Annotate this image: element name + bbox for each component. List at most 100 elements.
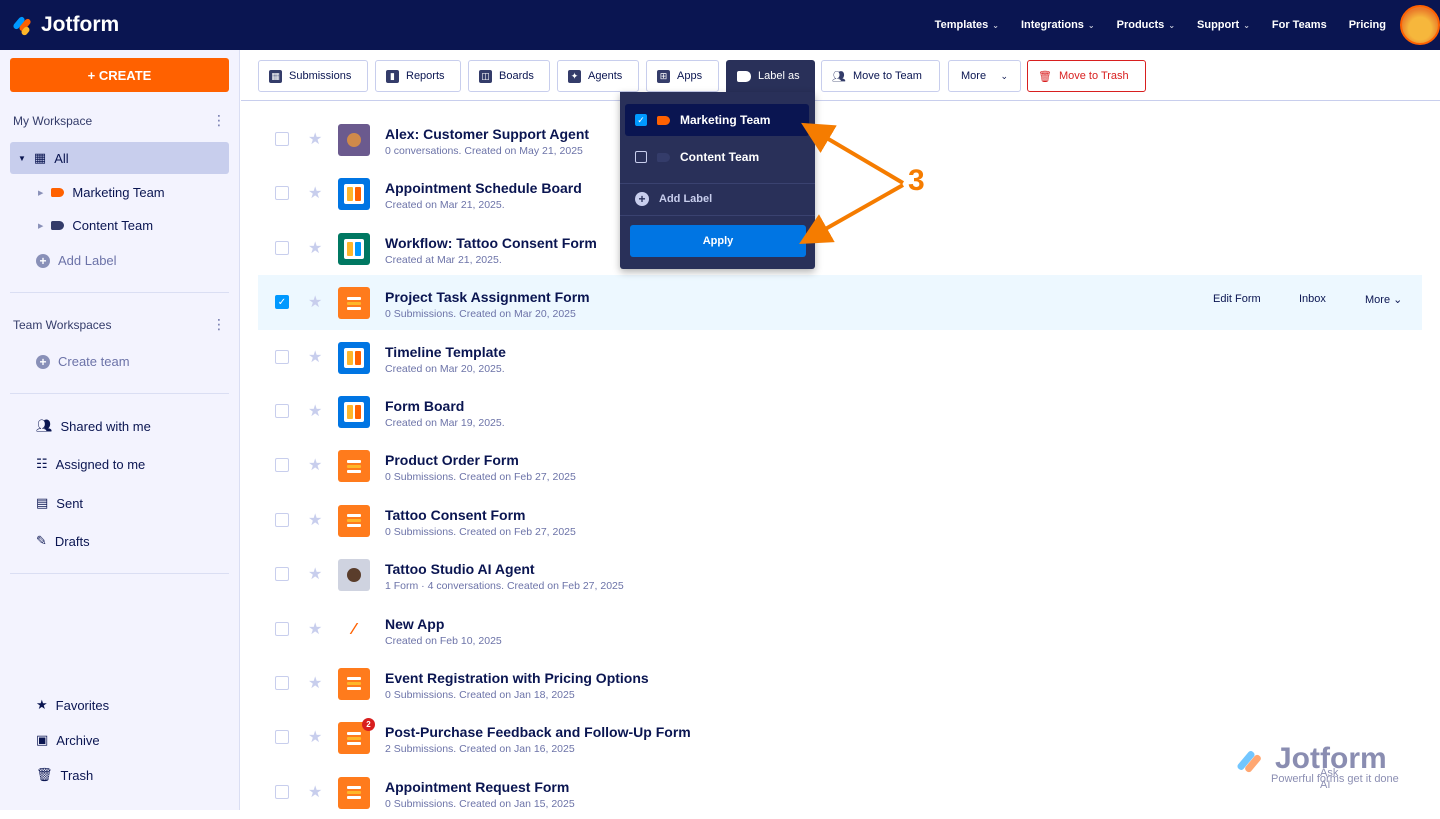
sidebar-shared-with-me[interactable]: 👥︎ Shared with me	[36, 418, 151, 434]
row-checkbox[interactable]	[275, 186, 289, 201]
row-checkbox[interactable]	[275, 621, 289, 636]
item-title[interactable]: Tattoo Studio AI Agent	[385, 561, 535, 577]
item-title[interactable]: Tattoo Consent Form	[385, 507, 526, 523]
sidebar-drafts[interactable]: ✎ Drafts	[36, 533, 90, 549]
apps-button[interactable]: ⊞ Apps	[646, 60, 719, 92]
nav-products[interactable]: Products ⌄	[1117, 19, 1175, 31]
label: All	[54, 150, 69, 166]
list-item[interactable]: ✓ ★ Project Task Assignment Form 0 Submissi…	[258, 275, 1422, 330]
star-icon[interactable]: ★	[308, 510, 322, 530]
label-option-marketing-team[interactable]: ✓ Marketing Team	[625, 104, 809, 136]
row-checkbox[interactable]	[275, 567, 289, 582]
list-item[interactable]: ★ Event Registration with Pricing Options…	[258, 656, 1422, 710]
agent-avatar	[338, 124, 370, 156]
row-checkbox[interactable]	[275, 458, 289, 473]
sidebar-item-marketing-team[interactable]: ▶ Marketing Team	[38, 185, 165, 200]
row-checkbox[interactable]	[275, 240, 289, 255]
star-icon[interactable]: ★	[308, 347, 322, 367]
item-title[interactable]: Timeline Template	[385, 344, 506, 360]
row-checkbox[interactable]	[275, 784, 289, 799]
star-icon[interactable]: ★	[308, 183, 322, 203]
nav-templates[interactable]: Templates ⌄	[935, 19, 999, 31]
row-checkbox[interactable]	[275, 132, 289, 146]
item-title[interactable]: Project Task Assignment Form	[385, 289, 590, 305]
star-icon: ★	[36, 697, 48, 712]
create-team-button[interactable]: + Create team	[36, 354, 130, 369]
row-checkbox[interactable]	[275, 512, 289, 527]
list-item[interactable]: ★ Product Order Form 0 Submissions. Create…	[258, 438, 1422, 492]
sidebar-favorites[interactable]: ★ Favorites	[36, 697, 109, 713]
item-title[interactable]: Event Registration with Pricing Options	[385, 670, 649, 686]
edit-form-button[interactable]: Edit Form	[1213, 293, 1261, 305]
row-checkbox[interactable]	[275, 349, 289, 364]
plus-icon: +	[635, 192, 649, 206]
tag-icon	[51, 221, 65, 230]
move-to-trash-button[interactable]: 🗑︎ Move to Trash	[1027, 60, 1146, 92]
label: Submissions	[289, 70, 352, 82]
nav-support[interactable]: Support ⌄	[1197, 19, 1250, 31]
nav-integrations[interactable]: Integrations ⌄	[1021, 19, 1095, 31]
label: Trash	[60, 767, 94, 783]
jotform-logo[interactable]: Jotform	[12, 13, 119, 37]
sidebar-sent[interactable]: ▤ Sent	[36, 495, 83, 511]
item-meta: Created at Mar 21, 2025.	[385, 253, 502, 266]
sidebar-assigned-to-me[interactable]: ☷ Assigned to me	[36, 456, 145, 472]
list-item[interactable]: ★ ⁄ New App Created on Feb 10, 2025	[258, 602, 1422, 656]
kebab-menu-icon[interactable]: ⋮	[212, 112, 226, 129]
item-title[interactable]: Post-Purchase Feedback and Follow-Up For…	[385, 724, 691, 740]
sidebar-item-all[interactable]: ▼ ▦ All	[10, 142, 229, 174]
row-checkbox[interactable]	[275, 403, 289, 418]
list-item[interactable]: ★ Timeline Template Created on Mar 20, 202…	[258, 330, 1422, 384]
sidebar-item-content-team[interactable]: ▶ Content Team	[38, 218, 153, 233]
item-title[interactable]: Product Order Form	[385, 452, 519, 468]
create-button[interactable]: + CREATE	[10, 58, 229, 92]
item-title[interactable]: Form Board	[385, 398, 464, 414]
list-item[interactable]: ★ Tattoo Consent Form 0 Submissions. Creat…	[258, 493, 1422, 547]
star-icon[interactable]: ★	[308, 727, 322, 747]
checkbox[interactable]	[635, 151, 647, 163]
move-to-team-button[interactable]: 👥︎ Move to Team	[821, 60, 940, 92]
list-item[interactable]: ★ Form Board Created on Mar 19, 2025.	[258, 384, 1422, 438]
nav-for-teams[interactable]: For Teams	[1272, 19, 1327, 31]
label-option-content-team[interactable]: Content Team	[625, 141, 809, 173]
nav-pricing[interactable]: Pricing	[1349, 19, 1386, 31]
boards-button[interactable]: ◫ Boards	[468, 60, 550, 92]
apply-button[interactable]: Apply	[630, 225, 806, 257]
kebab-menu-icon[interactable]: ⋮	[212, 316, 226, 333]
list-item[interactable]: ★ Workflow: Tattoo Consent Form Created at…	[258, 221, 1422, 275]
star-icon[interactable]: ★	[308, 455, 322, 475]
add-label-button[interactable]: + Add Label	[36, 253, 117, 268]
list-item[interactable]: ★ Appointment Schedule Board Created on Ma…	[258, 166, 1422, 220]
star-icon[interactable]: ★	[308, 673, 322, 693]
star-icon[interactable]: ★	[308, 564, 322, 584]
item-title[interactable]: Appointment Request Form	[385, 779, 569, 795]
item-title[interactable]: Appointment Schedule Board	[385, 180, 582, 196]
star-icon[interactable]: ★	[308, 782, 322, 802]
item-title[interactable]: Workflow: Tattoo Consent Form	[385, 235, 597, 251]
row-checkbox[interactable]	[275, 730, 289, 745]
inbox-button[interactable]: Inbox	[1299, 293, 1326, 305]
notification-badge: 2	[362, 718, 375, 732]
submissions-button[interactable]: ▦ Submissions	[258, 60, 368, 92]
star-icon[interactable]: ★	[308, 292, 322, 312]
reports-button[interactable]: ▮ Reports	[375, 60, 461, 92]
agents-button[interactable]: ✦ Agents	[557, 60, 639, 92]
row-checkbox[interactable]	[275, 675, 289, 690]
add-label-option[interactable]: + Add Label	[625, 183, 809, 215]
checkbox-checked[interactable]: ✓	[635, 114, 647, 126]
sidebar-trash[interactable]: 🗑︎ Trash	[36, 767, 93, 783]
list-item[interactable]: ★ Alex: Customer Support Agent 0 conversat…	[258, 112, 1422, 166]
more-button[interactable]: More ⌄	[1365, 293, 1402, 306]
sidebar-archive[interactable]: ▣ Archive	[36, 732, 100, 748]
label: Apps	[677, 70, 703, 82]
star-icon[interactable]: ★	[308, 619, 322, 639]
user-avatar[interactable]	[1400, 5, 1440, 45]
star-icon[interactable]: ★	[308, 238, 322, 258]
list-item[interactable]: ★ Tattoo Studio AI Agent 1 Form · 4 conver…	[258, 547, 1422, 601]
item-title[interactable]: New App	[385, 616, 444, 632]
row-checkbox[interactable]: ✓	[275, 295, 289, 310]
star-icon[interactable]: ★	[308, 401, 322, 421]
star-icon[interactable]: ★	[308, 129, 322, 149]
item-title[interactable]: Alex: Customer Support Agent	[385, 126, 589, 142]
more-button[interactable]: More ⌄	[948, 60, 1021, 92]
